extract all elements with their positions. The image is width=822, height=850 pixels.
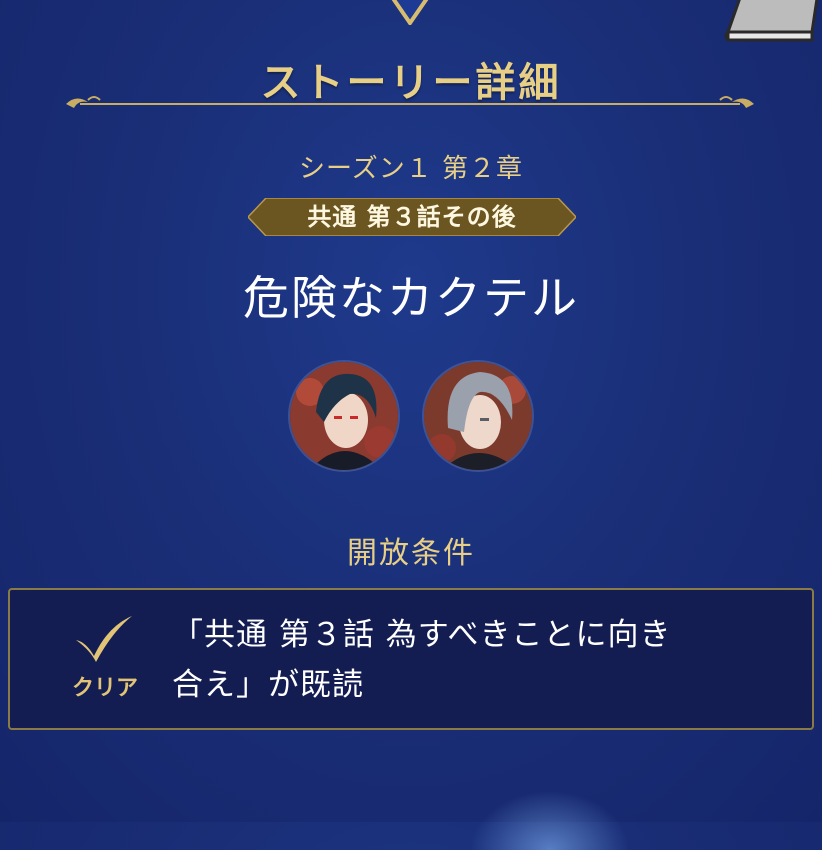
unlock-condition-text: 「共通 第３話 為すべきことに向き 合え」が既読 <box>172 610 772 710</box>
unlock-conditions-heading: 開放条件 <box>347 536 475 571</box>
character-avatar-2[interactable] <box>424 362 532 470</box>
checkmark-icon <box>76 616 132 662</box>
book-icon[interactable] <box>720 0 820 44</box>
episode-tag: 共通 第３話その後 <box>248 198 576 236</box>
character-avatar-1[interactable] <box>290 362 398 470</box>
episode-tag-label: 共通 第３話その後 <box>307 203 517 231</box>
story-title: 危険なカクテル <box>243 271 579 325</box>
unlock-condition-panel: クリア 「共通 第３話 為すべきことに向き 合え」が既読 <box>8 588 814 730</box>
clear-status-label: クリア <box>71 676 138 701</box>
condition-line-1: 「共通 第３話 為すべきことに向き <box>172 617 672 653</box>
chapter-emblem-icon <box>391 0 429 25</box>
season-chapter-label: シーズン１ 第２章 <box>299 154 523 184</box>
bottom-glow <box>470 790 630 850</box>
title-divider <box>66 96 754 108</box>
condition-line-2: 合え」が既読 <box>172 667 364 703</box>
